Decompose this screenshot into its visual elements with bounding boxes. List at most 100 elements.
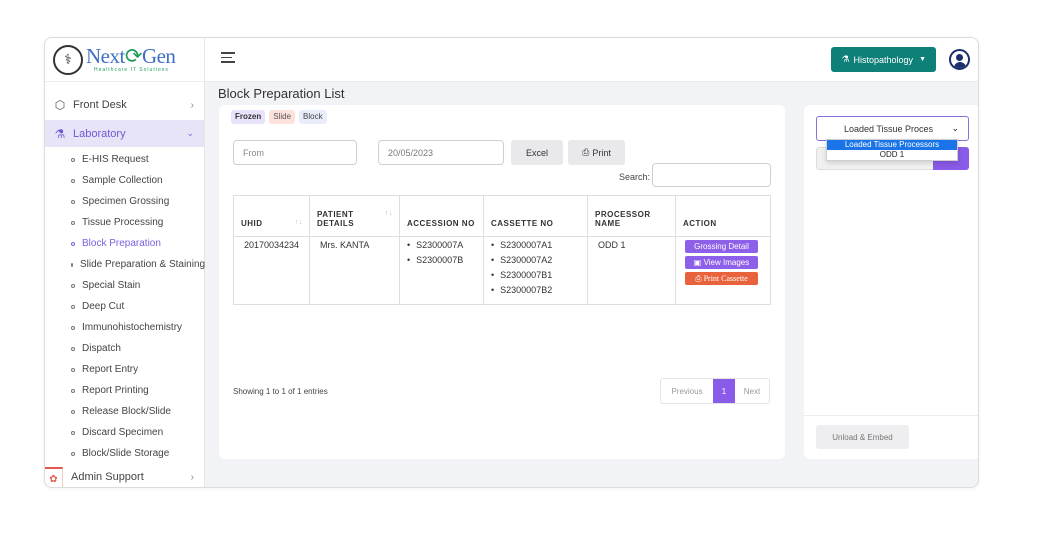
tag-block[interactable]: Block: [299, 110, 327, 124]
brand-name: Next⟳Gen: [86, 44, 176, 68]
app-window: ⚕ Next⟳Gen Healthcare IT Solutions ⬡ Fro…: [44, 37, 979, 488]
sidebar-subitem-discard-specimen[interactable]: Discard Specimen: [45, 422, 204, 443]
sidebar-subitem-block-preparation[interactable]: Block Preparation: [45, 233, 204, 254]
cell-patient: Mrs. KANTA: [309, 236, 400, 305]
processor-select-value: Loaded Tissue Proces: [844, 123, 934, 134]
header-uhid[interactable]: UHID ↑↓: [233, 195, 310, 237]
logo: ⚕ Next⟳Gen Healthcare IT Solutions: [45, 38, 204, 82]
main-card: Frozen Slide Block From 20/05/2023 Excel…: [219, 105, 785, 459]
processor-panel: Loaded Tissue Proces ⌄ Loaded Tissue Pro…: [804, 105, 978, 459]
flask-icon: ⚗: [841, 54, 850, 64]
chevron-right-icon: ›: [190, 471, 194, 483]
sidebar-subitem-slide-preparation-staining[interactable]: Slide Preparation & Staining: [45, 254, 205, 275]
cell-uhid: 20170034234: [233, 236, 310, 305]
next-page-button[interactable]: Next: [735, 379, 769, 403]
sidebar-subitem-label: Sample Collection: [82, 175, 163, 186]
cell-accession: S2300007A S2300007B: [399, 236, 484, 305]
previous-page-button[interactable]: Previous: [661, 379, 713, 403]
emblem-icon: ⚕: [53, 44, 83, 75]
dropdown-option[interactable]: ODD 1: [827, 150, 957, 160]
view-images-label: View Images: [703, 258, 750, 267]
bullet-icon: [71, 367, 75, 372]
sidebar-subitem-tissue-processing[interactable]: Tissue Processing: [45, 212, 204, 233]
bullet-icon: [71, 178, 75, 183]
sidebar-subitem-label: Deep Cut: [82, 301, 125, 312]
cassette-item: S2300007B1: [491, 270, 580, 280]
search-label: Search:: [619, 172, 651, 182]
print-button[interactable]: ⎙ Print: [568, 140, 625, 165]
sidebar-subitem-dispatch[interactable]: Dispatch: [45, 338, 204, 359]
brand-tagline: Healthcare IT Solutions: [94, 67, 169, 73]
table-row: 20170034234 Mrs. KANTA S2300007A S230000…: [233, 236, 771, 305]
entries-info: Showing 1 to 1 of 1 entries: [233, 387, 328, 396]
sidebar-subitem-label: Discard Specimen: [82, 427, 164, 438]
sidebar-subitem-label: Release Block/Slide: [82, 406, 171, 417]
accession-item: S2300007B: [407, 255, 476, 265]
sidebar-subitem-label: Block/Slide Storage: [82, 448, 170, 459]
bullet-icon: [71, 283, 75, 288]
sidebar-subitem-special-stain[interactable]: Special Stain: [45, 275, 204, 296]
header-action: ACTION: [675, 195, 771, 237]
sidebar-item-laboratory[interactable]: ⚗ Laboratory ⌄: [45, 120, 204, 147]
department-label: Histopathology: [853, 54, 914, 65]
view-images-button[interactable]: ▣ View Images: [685, 256, 758, 269]
printer-icon: ⎙: [582, 147, 590, 157]
sidebar-subitem-immunohistochemistry[interactable]: Immunohistochemistry: [45, 317, 204, 338]
tag-frozen[interactable]: Frozen: [231, 110, 266, 124]
sidebar-subitem-release-block-slide[interactable]: Release Block/Slide: [45, 401, 204, 422]
sidebar-item-admin-support[interactable]: Admin Support ›: [45, 464, 204, 487]
menu-toggle-icon[interactable]: [221, 52, 235, 66]
sidebar-subitem-label: Specimen Grossing: [82, 196, 170, 207]
bullet-icon: [71, 388, 75, 393]
laboratory-submenu: E-HIS Request Sample Collection Specimen G…: [45, 149, 205, 464]
block-preparation-table: UHID ↑↓ ↑↓ PATIENT DETAILS ACCESSION NO CA…: [233, 195, 771, 305]
caret-down-icon: ▼: [919, 56, 926, 63]
from-date-input[interactable]: From: [233, 140, 357, 165]
sidebar-subitem-report-entry[interactable]: Report Entry: [45, 359, 204, 380]
chevron-down-icon: ⌄: [951, 123, 959, 133]
bullet-icon: [71, 199, 75, 204]
bullet-icon: [71, 430, 75, 435]
cell-cassette: S2300007A1 S2300007A2 S2300007B1 S230000…: [483, 236, 588, 305]
pagination: Previous 1 Next: [660, 378, 770, 404]
sidebar-subitem-block-slide-storage[interactable]: Block/Slide Storage: [45, 443, 204, 464]
sidebar-subitem-specimen-grossing[interactable]: Specimen Grossing: [45, 191, 204, 212]
sidebar-item-label: Front Desk: [73, 99, 127, 111]
print-label: Print: [592, 147, 611, 158]
bullet-icon: [71, 220, 75, 225]
tag-slide[interactable]: Slide: [269, 110, 296, 124]
header-cassette-no: CASSETTE NO: [483, 195, 588, 237]
bullet-icon: [71, 304, 75, 309]
sidebar-subitem-label: Dispatch: [82, 343, 121, 354]
department-dropdown[interactable]: ⚗ Histopathology ▼: [831, 47, 936, 72]
header-accession-no: ACCESSION NO: [399, 195, 484, 237]
excel-button[interactable]: Excel: [511, 140, 563, 165]
page-title: Block Preparation List: [218, 86, 345, 101]
cell-actions: Grossing Detail ▣ View Images ⎙ Print Ca…: [675, 236, 771, 305]
page-1-button[interactable]: 1: [713, 379, 735, 403]
dropdown-option[interactable]: Loaded Tissue Processors: [827, 140, 957, 150]
sidebar-item-front-desk[interactable]: ⬡ Front Desk ›: [45, 92, 204, 118]
grossing-detail-button[interactable]: Grossing Detail: [685, 240, 758, 253]
image-icon: ▣: [693, 258, 704, 267]
sidebar-subitem-label: E-HIS Request: [82, 154, 149, 165]
search-input[interactable]: [652, 163, 771, 187]
sort-icon: ↑↓: [295, 219, 303, 226]
bullet-icon: [71, 346, 75, 351]
user-avatar-icon[interactable]: [949, 49, 970, 70]
sidebar-subitem-e-his-request[interactable]: E-HIS Request: [45, 149, 204, 170]
header-patient-details[interactable]: ↑↓ PATIENT DETAILS: [309, 195, 400, 237]
print-cassette-button[interactable]: ⎙ Print Cassette: [685, 272, 758, 285]
bullet-icon: [71, 157, 75, 162]
to-date-input[interactable]: 20/05/2023: [378, 140, 504, 165]
sidebar-subitem-report-printing[interactable]: Report Printing: [45, 380, 204, 401]
sidebar-subitem-deep-cut[interactable]: Deep Cut: [45, 296, 204, 317]
sort-icon: ↑↓: [385, 210, 393, 217]
sidebar-item-label: Admin Support: [71, 471, 144, 483]
unload-embed-button[interactable]: Unload & Embed: [816, 425, 909, 449]
header-processor-name: PROCESSOR NAME: [587, 195, 676, 237]
processor-select[interactable]: Loaded Tissue Proces ⌄: [816, 116, 969, 141]
sidebar-subitem-sample-collection[interactable]: Sample Collection: [45, 170, 204, 191]
cube-icon: ⬡: [54, 98, 66, 112]
sidebar: ⚕ Next⟳Gen Healthcare IT Solutions ⬡ Fro…: [45, 38, 205, 487]
